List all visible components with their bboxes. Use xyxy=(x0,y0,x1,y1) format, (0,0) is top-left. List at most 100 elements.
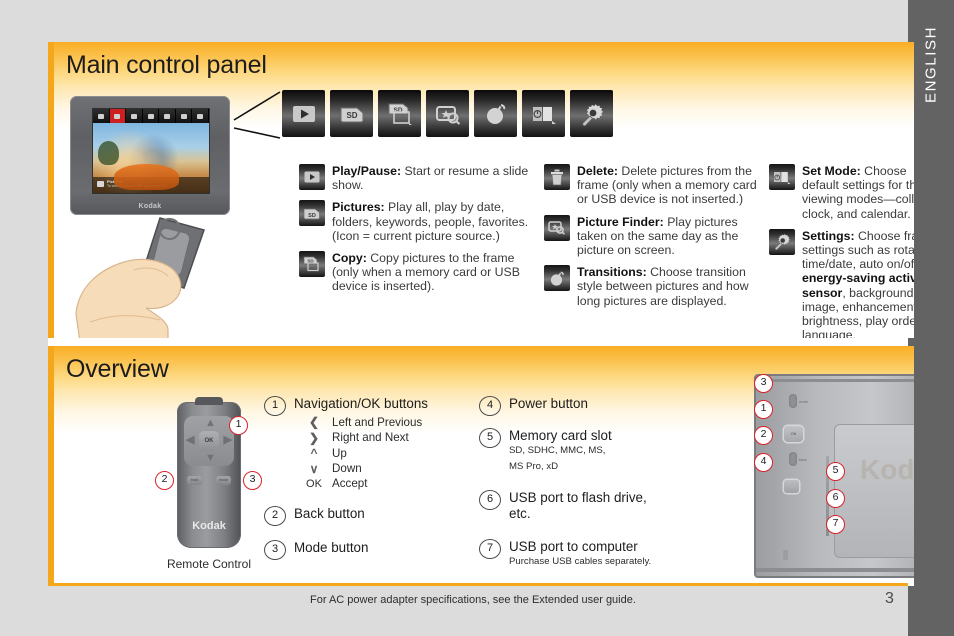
transitions-icon[interactable] xyxy=(474,90,517,137)
feature-item-copy: SD Copy: Copy pictures to the frame (onl… xyxy=(299,251,531,294)
overview-item-1: 1 Navigation/OK buttons ❮ Left and Previ… xyxy=(264,396,464,492)
up-chevron-icon: ^ xyxy=(310,446,318,460)
feature-item-delete: Delete: Delete pictures from the frame (… xyxy=(544,164,764,207)
up-arrow-icon: ▲ xyxy=(205,417,216,429)
mode-button-back[interactable] xyxy=(789,394,797,408)
frame-screen-menu-bar xyxy=(93,109,209,123)
page-title-main: Main control panel xyxy=(66,51,267,79)
overview-list-right: 4 Power button 5 Memory card slot SD, SD… xyxy=(479,396,679,572)
callout-back-4: 4 xyxy=(754,453,773,472)
feature-column-1: Play/Pause: Start or resume a slide show… xyxy=(299,164,531,302)
callout-back-6: 6 xyxy=(826,489,845,508)
remote-mode-button[interactable]: mode xyxy=(216,476,231,485)
settings-icon xyxy=(769,228,795,255)
power-button-back[interactable] xyxy=(784,480,799,493)
section-main-control-panel: Main control panel Pictures To view pict… xyxy=(48,42,914,338)
remote-ok-button[interactable]: OK xyxy=(199,431,219,451)
nav-key-left: ❮ Left and Previous xyxy=(296,415,428,429)
nav-key-right: ❯ Right and Next xyxy=(296,431,428,445)
callout-back-2: 2 xyxy=(754,426,773,445)
frame-menu-icon-1 xyxy=(93,109,110,123)
language-tab: ENGLISH xyxy=(908,0,954,636)
page-number: 3 xyxy=(885,590,894,607)
remote-ir-emitter xyxy=(195,397,223,405)
feature-text: Set Mode: Choose default settings for th… xyxy=(802,164,914,221)
device-foot xyxy=(783,550,788,560)
set-mode-icon[interactable] xyxy=(522,90,565,137)
overview-item-6: 6 USB port to flash drive, etc. xyxy=(479,490,679,522)
footer-note: For AC power adapter specifications, see… xyxy=(310,594,636,606)
device-stand-inset xyxy=(834,424,914,558)
callout-number: 6 xyxy=(479,490,501,510)
language-label: ENGLISH xyxy=(922,25,940,104)
callout-number: 1 xyxy=(264,396,286,416)
feature-item-set-mode: Set Mode: Choose default settings for th… xyxy=(769,164,914,221)
left-arrow-icon: ◀ xyxy=(186,434,195,446)
down-arrow-icon: ▼ xyxy=(205,452,216,464)
section-overview: Overview ▲ ▼ ◀ ▶ OK back mode Kodak 1 2 … xyxy=(48,346,914,586)
callout-number: 7 xyxy=(479,539,501,559)
callout-number: 2 xyxy=(264,505,286,526)
feature-item-play-pause: Play/Pause: Start or resume a slide show… xyxy=(299,164,531,192)
picture-finder-icon[interactable] xyxy=(426,90,469,137)
page-footer: For AC power adapter specifications, see… xyxy=(0,590,954,636)
device-top-edge xyxy=(756,379,914,382)
play-pause-icon xyxy=(299,164,325,190)
feature-text: Play/Pause: Start or resume a slide show… xyxy=(332,164,529,193)
remote-caption: Remote Control xyxy=(166,557,252,571)
overview-item-3: 3 Mode button xyxy=(264,539,464,560)
ok-button-back[interactable]: OK xyxy=(784,426,803,442)
overview-list-left: 1 Navigation/OK buttons ❮ Left and Previ… xyxy=(264,396,464,564)
right-chevron-icon: ❯ xyxy=(308,430,320,445)
overview-label: Power button xyxy=(509,396,588,411)
back-button-back[interactable] xyxy=(789,452,797,466)
remote-brand-label: Kodak xyxy=(192,520,226,532)
callout-number: 4 xyxy=(479,396,501,416)
overview-label: USB port to flash drive, etc. xyxy=(509,490,647,521)
pictures-icon[interactable]: SD xyxy=(330,90,373,137)
transitions-icon xyxy=(544,265,570,292)
frame-menu-icon-2-selected xyxy=(109,109,127,123)
device-back-brand: Kodak xyxy=(860,454,914,485)
page-title-overview: Overview xyxy=(66,355,169,383)
right-arrow-icon: ▶ xyxy=(223,434,232,446)
overview-label: Back button xyxy=(294,505,365,521)
svg-text:SD: SD xyxy=(308,213,316,219)
remote-control-illustration: ▲ ▼ ◀ ▶ OK back mode Kodak 1 2 3 Remote … xyxy=(139,397,279,571)
section-divider xyxy=(48,338,908,346)
frame-menu-icon-4 xyxy=(143,109,160,123)
nav-key-up: ^ Up xyxy=(296,446,428,460)
feature-text: Picture Finder: Play pictures taken on t… xyxy=(577,214,739,258)
back-button-label: back xyxy=(799,458,807,462)
callout-back-5: 5 xyxy=(826,462,845,481)
feature-item-pictures: SD Pictures: Play all, play by date, fol… xyxy=(299,200,531,243)
frame-menu-icon-5 xyxy=(159,109,176,123)
overview-item-5: 5 Memory card slot SD, SDHC, MMC, MS, MS… xyxy=(479,428,679,473)
feature-description-columns: Play/Pause: Start or resume a slide show… xyxy=(54,164,914,338)
feature-text: Delete: Delete pictures from the frame (… xyxy=(577,164,757,207)
overview-label: Mode button xyxy=(294,539,369,555)
feature-column-3: Set Mode: Choose default settings for th… xyxy=(769,164,914,338)
main-toolbar-icon-strip: SD SD xyxy=(282,90,613,137)
overview-note-2: MS Pro, xD xyxy=(509,461,559,472)
copy-icon[interactable]: SD xyxy=(378,90,421,137)
mode-button-label: mode xyxy=(799,400,808,404)
picture-finder-icon xyxy=(544,214,570,241)
overview-label: USB port to computer xyxy=(509,539,638,554)
content-sheet: Main control panel Pictures To view pict… xyxy=(48,42,914,586)
copy-icon: SD xyxy=(299,251,325,278)
feature-text: Copy: Copy pictures to the frame (only w… xyxy=(332,251,520,294)
manual-page: ENGLISH Main control panel Pictures To v… xyxy=(0,0,954,636)
feature-text: Settings: Choose frame settings such as … xyxy=(802,228,914,338)
feature-text: Pictures: Play all, play by date, folder… xyxy=(332,200,529,243)
remote-navigation-pad[interactable]: ▲ ▼ ◀ ▶ OK xyxy=(184,416,234,466)
callout-back-1: 1 xyxy=(754,400,773,419)
overview-label: Memory card slot xyxy=(509,428,612,443)
feature-item-transitions: Transitions: Choose transition style bet… xyxy=(544,265,764,308)
remote-back-button[interactable]: back xyxy=(187,476,202,485)
play-pause-icon[interactable] xyxy=(282,90,325,137)
settings-icon[interactable] xyxy=(570,90,613,137)
navigation-key-list: ❮ Left and Previous ❯ Right and Next ^ U… xyxy=(296,415,428,490)
nav-key-ok: OK Accept xyxy=(296,477,428,490)
feature-item-settings: Settings: Choose frame settings such as … xyxy=(769,228,914,338)
